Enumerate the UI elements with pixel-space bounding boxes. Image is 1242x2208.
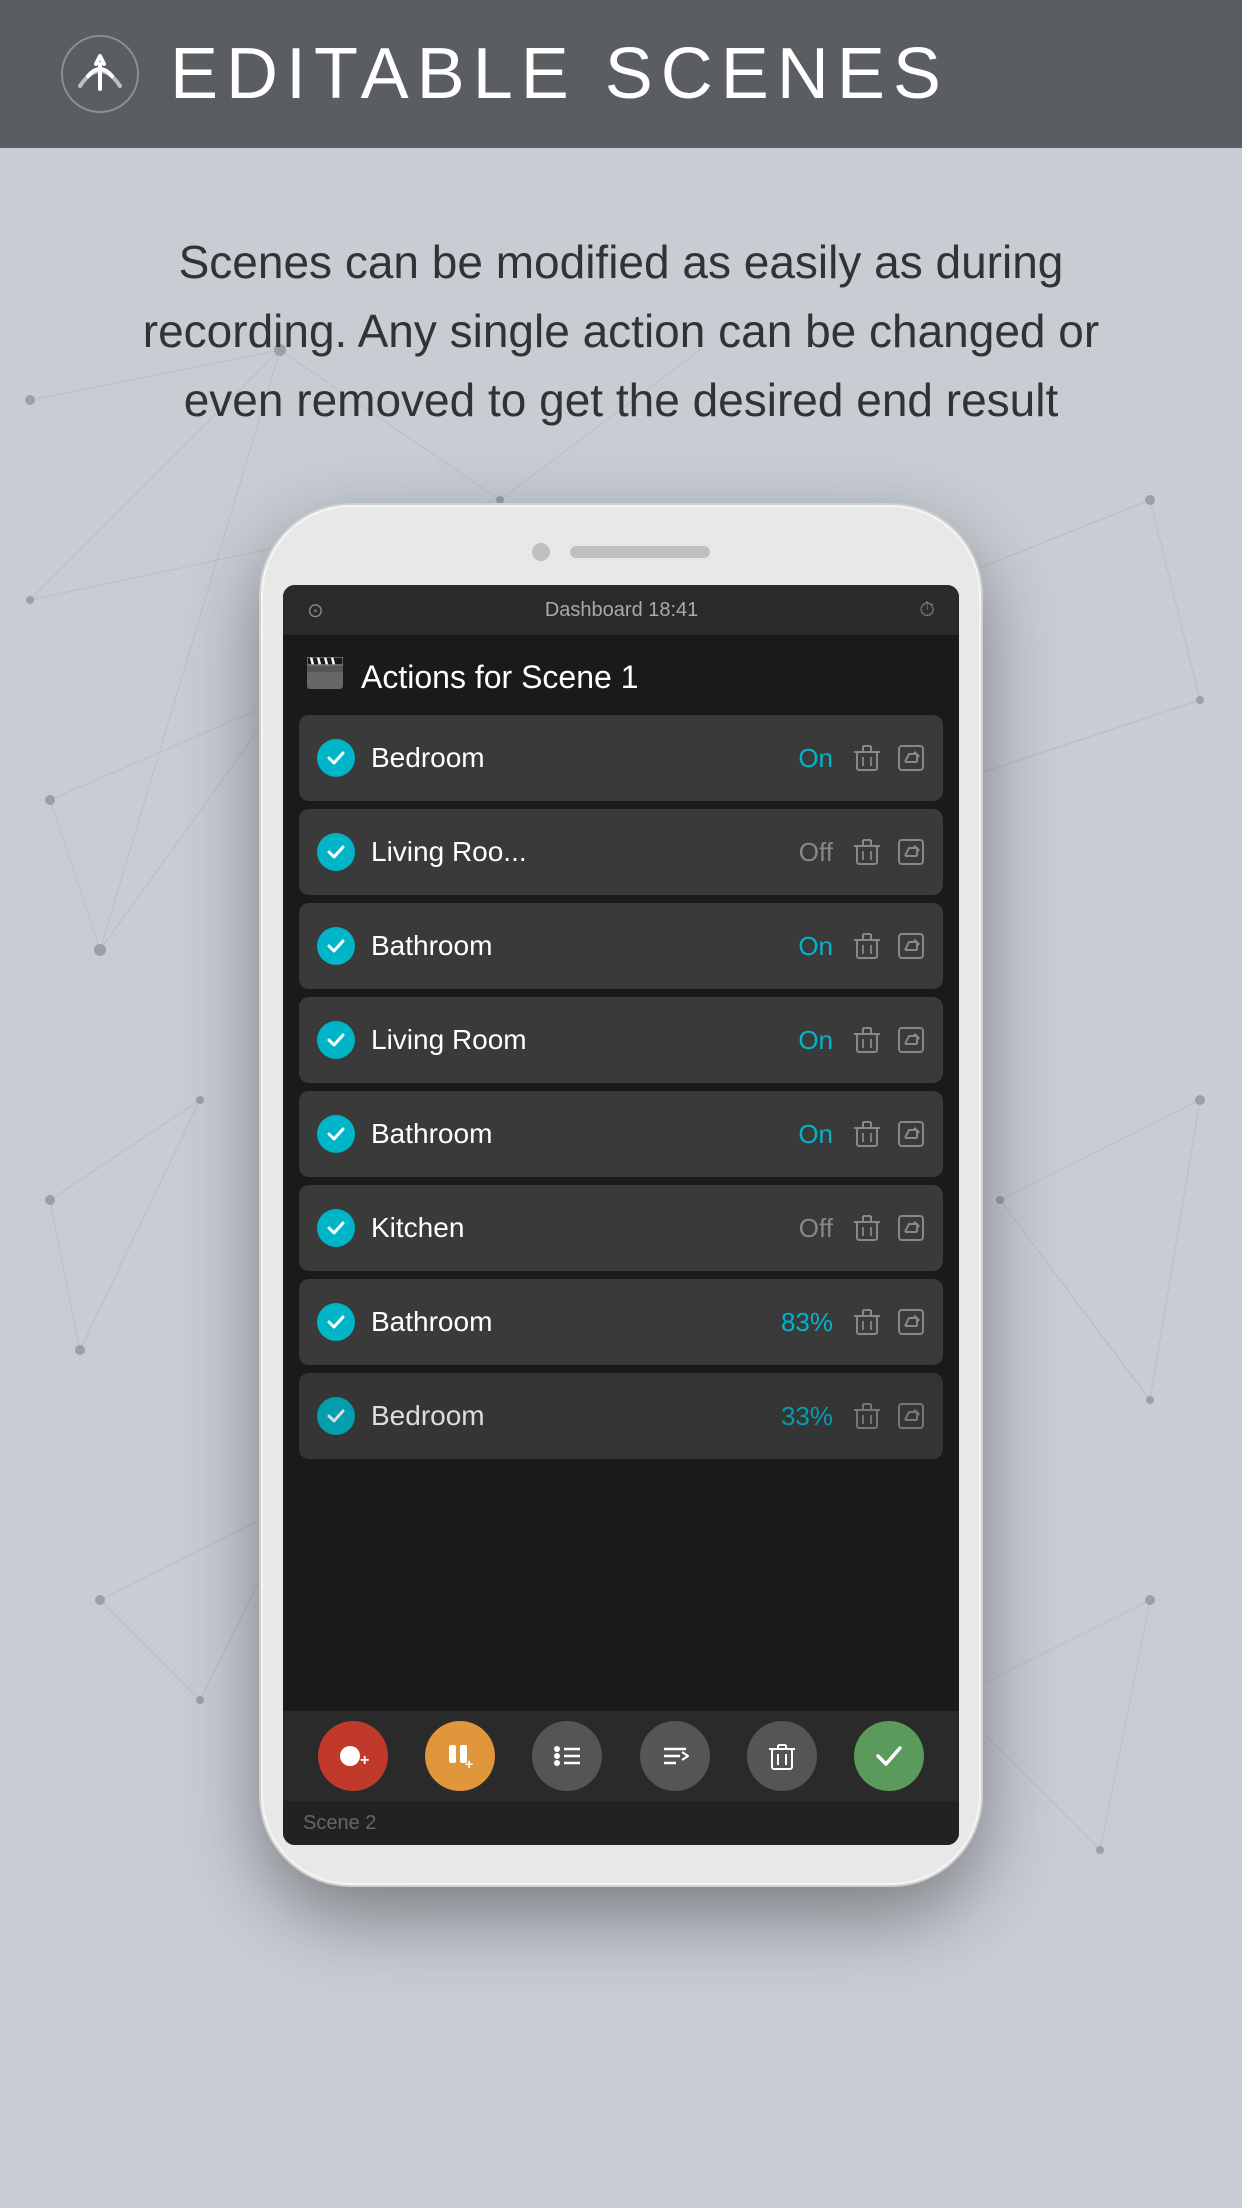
action-row[interactable]: Bathroom On bbox=[299, 903, 943, 989]
svg-text:+: + bbox=[465, 1756, 473, 1772]
actions-list: Bedroom On bbox=[283, 715, 959, 1711]
action-row[interactable]: Kitchen Off bbox=[299, 1185, 943, 1271]
action-name: Kitchen bbox=[371, 1212, 799, 1244]
action-status: 83% bbox=[781, 1307, 833, 1338]
action-icons bbox=[853, 932, 925, 960]
status-center: Dashboard 18:41 bbox=[545, 599, 698, 622]
status-left: ⊙ bbox=[307, 598, 324, 623]
phone-camera bbox=[532, 543, 550, 561]
bottom-scene-label: Scene 2 bbox=[283, 1801, 959, 1845]
action-row[interactable]: Living Roo... Off bbox=[299, 809, 943, 895]
action-row[interactable]: Bathroom On bbox=[299, 1091, 943, 1177]
delete-icon[interactable] bbox=[853, 1214, 881, 1242]
action-status: Off bbox=[799, 1213, 833, 1244]
action-name: Bedroom bbox=[371, 742, 798, 774]
confirm-button[interactable] bbox=[854, 1721, 924, 1791]
action-name: Bathroom bbox=[371, 1118, 798, 1150]
phone-outer: ⊙ Dashboard 18:41 ⏱ bbox=[261, 505, 981, 1885]
status-icon-right: ⏱ bbox=[919, 599, 935, 622]
header-title: EDITABLE SCENES bbox=[170, 33, 949, 115]
action-status: On bbox=[798, 1119, 833, 1150]
check-circle-icon bbox=[317, 1209, 355, 1247]
scene-title: Actions for Scene 1 bbox=[361, 659, 638, 696]
edit-icon[interactable] bbox=[897, 1308, 925, 1336]
action-icons bbox=[853, 838, 925, 866]
bottom-toolbar[interactable]: + + bbox=[283, 1711, 959, 1801]
check-circle-icon bbox=[317, 1303, 355, 1341]
edit-icon[interactable] bbox=[897, 1214, 925, 1242]
action-status: On bbox=[798, 743, 833, 774]
description-text: Scenes can be modified as easily as duri… bbox=[0, 148, 1242, 495]
action-name: Bathroom bbox=[371, 930, 798, 962]
delete-icon[interactable] bbox=[853, 838, 881, 866]
edit-icon[interactable] bbox=[897, 744, 925, 772]
edit-icon[interactable] bbox=[897, 1120, 925, 1148]
check-circle-icon bbox=[317, 833, 355, 871]
action-status: 33% bbox=[781, 1401, 833, 1432]
delete-icon[interactable] bbox=[853, 1308, 881, 1336]
delete-icon[interactable] bbox=[853, 1026, 881, 1054]
phone-mockup: ⊙ Dashboard 18:41 ⏱ bbox=[0, 505, 1242, 1885]
svg-text:+: + bbox=[360, 1752, 369, 1769]
delete-icon[interactable] bbox=[853, 932, 881, 960]
check-circle-icon bbox=[317, 927, 355, 965]
check-circle-icon bbox=[317, 1397, 355, 1435]
delete-icon[interactable] bbox=[853, 1402, 881, 1430]
bottom-scene-text: Scene 2 bbox=[303, 1812, 376, 1835]
scene-header: Actions for Scene 1 bbox=[283, 635, 959, 715]
action-row[interactable]: Living Room On bbox=[299, 997, 943, 1083]
record-button[interactable]: + bbox=[318, 1721, 388, 1791]
action-status: On bbox=[798, 931, 833, 962]
action-icons bbox=[853, 1026, 925, 1054]
status-bar: ⊙ Dashboard 18:41 ⏱ bbox=[283, 585, 959, 635]
app-logo-icon bbox=[60, 34, 140, 114]
action-status: On bbox=[798, 1025, 833, 1056]
phone-screen: ⊙ Dashboard 18:41 ⏱ bbox=[283, 585, 959, 1845]
edit-icon[interactable] bbox=[897, 838, 925, 866]
clapperboard-icon bbox=[307, 657, 343, 697]
status-right: ⏱ bbox=[919, 599, 935, 622]
scene-content: Actions for Scene 1 Bedroom On bbox=[283, 635, 959, 1845]
action-row[interactable]: Bedroom 33% bbox=[299, 1373, 943, 1459]
action-status: Off bbox=[799, 837, 833, 868]
check-circle-icon bbox=[317, 739, 355, 777]
action-row[interactable]: Bathroom 83% bbox=[299, 1279, 943, 1365]
delete-icon[interactable] bbox=[853, 744, 881, 772]
app-header: EDITABLE SCENES bbox=[0, 0, 1242, 148]
edit-icon[interactable] bbox=[897, 1402, 925, 1430]
add-list-button[interactable] bbox=[640, 1721, 710, 1791]
list-button[interactable] bbox=[532, 1721, 602, 1791]
action-icons bbox=[853, 1402, 925, 1430]
action-name: Bedroom bbox=[371, 1400, 781, 1432]
action-icons bbox=[853, 1214, 925, 1242]
delete-icon[interactable] bbox=[853, 1120, 881, 1148]
action-name: Bathroom bbox=[371, 1306, 781, 1338]
check-circle-icon bbox=[317, 1115, 355, 1153]
pause-button[interactable]: + bbox=[425, 1721, 495, 1791]
action-name: Living Roo... bbox=[371, 836, 799, 868]
edit-icon[interactable] bbox=[897, 932, 925, 960]
phone-top-bar bbox=[283, 527, 959, 577]
action-row[interactable]: Bedroom On bbox=[299, 715, 943, 801]
action-icons bbox=[853, 1120, 925, 1148]
status-icon-left: ⊙ bbox=[307, 598, 324, 623]
action-icons bbox=[853, 744, 925, 772]
phone-speaker bbox=[570, 546, 710, 558]
edit-icon[interactable] bbox=[897, 1026, 925, 1054]
check-circle-icon bbox=[317, 1021, 355, 1059]
trash-button[interactable] bbox=[747, 1721, 817, 1791]
action-icons bbox=[853, 1308, 925, 1336]
action-name: Living Room bbox=[371, 1024, 798, 1056]
